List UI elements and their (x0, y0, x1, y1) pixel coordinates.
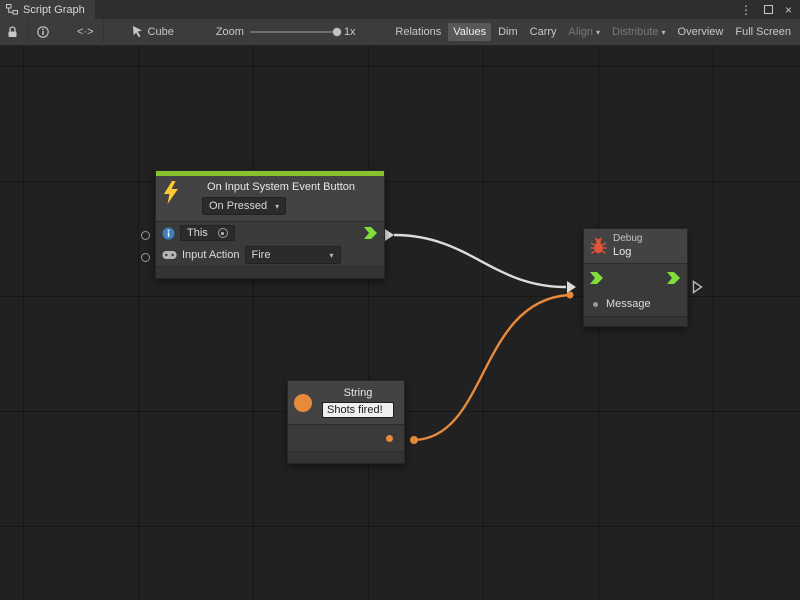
debug-flow-row (584, 264, 687, 292)
carry-button[interactable]: Carry (525, 23, 562, 41)
object-picker-icon[interactable] (218, 228, 228, 238)
event-this-port[interactable] (141, 231, 150, 240)
string-value-input[interactable] (322, 402, 394, 418)
lock-icon (7, 26, 18, 38)
node-group: Debug (613, 233, 642, 246)
debug-node-header: Debug Log (584, 229, 687, 263)
node-string-literal[interactable]: String (287, 380, 405, 464)
wire-end-arrow-icon (567, 281, 576, 293)
cursor-icon (132, 26, 143, 38)
align-label: Align (569, 26, 593, 38)
string-output-port[interactable] (386, 435, 393, 442)
fullscreen-label: Full Screen (735, 26, 791, 38)
event-action-port[interactable] (141, 253, 150, 262)
overview-button[interactable]: Overview (673, 23, 729, 41)
string-output-row (288, 425, 404, 451)
fullscreen-button[interactable]: Full Screen (730, 23, 796, 41)
string-node-header: String (288, 381, 404, 424)
node-debug-log[interactable]: Debug Log Message (583, 228, 688, 327)
window-menu-icon[interactable]: ⋮ (740, 3, 752, 17)
gamepad-icon (162, 250, 177, 260)
distribute-label: Distribute (612, 26, 658, 38)
debug-titles: Debug Log (613, 233, 642, 259)
info-button[interactable] (30, 19, 56, 46)
info-icon (162, 227, 175, 240)
zoom-control: Zoom 1x (216, 26, 356, 38)
zoom-slider-thumb[interactable] (332, 27, 342, 37)
graph-icon (6, 4, 18, 15)
flow-input-port[interactable] (590, 272, 604, 284)
lock-button[interactable] (0, 19, 25, 46)
dim-button[interactable]: Dim (493, 23, 523, 41)
chevron-down-icon: ▾ (329, 251, 333, 260)
graph-canvas[interactable]: On Input System Event Button On Pressed … (0, 46, 800, 600)
value-wire[interactable] (414, 295, 568, 440)
toolbar-buttons: Relations Values Dim Carry Align ▾ Distr… (390, 23, 800, 41)
flow-output-port[interactable] (364, 227, 378, 239)
bug-icon (590, 237, 607, 255)
string-main: String (318, 387, 398, 418)
event-mode-dropdown[interactable]: On Pressed ▾ (202, 197, 286, 215)
dim-label: Dim (498, 26, 518, 38)
value-wire-end-dot (567, 292, 574, 299)
node-title: On Input System Event Button (184, 181, 378, 193)
values-button[interactable]: Values (448, 23, 491, 41)
carry-label: Carry (530, 26, 557, 38)
wire-start-arrow-icon (385, 229, 394, 241)
chevron-down-icon: ▾ (596, 28, 600, 37)
this-label: This (187, 227, 208, 239)
toolbar-separator (27, 19, 28, 46)
node-footer (288, 451, 404, 463)
message-label: Message (606, 298, 651, 310)
maximize-icon[interactable] (764, 5, 773, 14)
close-icon[interactable]: × (785, 3, 792, 17)
chevron-down-icon: ▾ (662, 28, 666, 37)
tab-title: Script Graph (23, 4, 85, 16)
node-title: String (344, 387, 373, 399)
message-row: Message (584, 292, 687, 316)
graph-toolbar: <·> Cube Zoom 1x Relations Values Dim (0, 19, 800, 46)
lightning-icon (162, 181, 180, 205)
this-row: This (156, 222, 384, 244)
titlebar: Script Graph ⋮ × (0, 0, 800, 19)
message-input-port[interactable] (593, 302, 598, 307)
target-label: Cube (148, 26, 174, 38)
distribute-button[interactable]: Distribute ▾ (607, 23, 670, 41)
node-footer (584, 316, 687, 326)
relations-button[interactable]: Relations (390, 23, 446, 41)
string-type-icon (294, 394, 312, 412)
graph-target[interactable]: Cube (132, 26, 174, 38)
input-action-label: Input Action (182, 249, 240, 261)
zoom-value: 1x (344, 26, 356, 38)
script-graph-window: Script Graph ⋮ × <·> (0, 0, 800, 600)
node-footer (156, 266, 384, 278)
node-on-input-system-event-button[interactable]: On Input System Event Button On Pressed … (155, 170, 385, 279)
values-label: Values (453, 26, 486, 38)
control-wire[interactable] (394, 235, 566, 287)
toolbar-separator (103, 19, 104, 46)
event-node-header: On Input System Event Button On Pressed … (156, 176, 384, 221)
zoom-label: Zoom (216, 26, 244, 38)
code-icon: <·> (77, 26, 94, 38)
input-action-value: Fire (252, 249, 271, 261)
zoom-slider[interactable] (250, 31, 338, 33)
window-controls: ⋮ × (740, 0, 800, 19)
this-object-field[interactable]: This (180, 225, 235, 241)
event-header-main: On Input System Event Button On Pressed … (184, 181, 378, 215)
align-button[interactable]: Align ▾ (564, 23, 605, 41)
value-wire-start-dot (410, 436, 418, 444)
relations-label: Relations (395, 26, 441, 38)
input-action-row: Input Action Fire ▾ (156, 244, 384, 266)
tab-script-graph[interactable]: Script Graph (0, 0, 95, 19)
flow-continue-icon (692, 280, 703, 294)
flow-output-port[interactable] (667, 272, 681, 284)
event-mode-value: On Pressed (209, 200, 267, 212)
inspect-code-button[interactable]: <·> (70, 19, 101, 46)
info-icon (37, 26, 49, 38)
input-action-dropdown[interactable]: Fire ▾ (245, 246, 341, 264)
overview-label: Overview (678, 26, 724, 38)
chevron-down-icon: ▾ (275, 202, 279, 211)
node-title: Log (613, 246, 642, 260)
